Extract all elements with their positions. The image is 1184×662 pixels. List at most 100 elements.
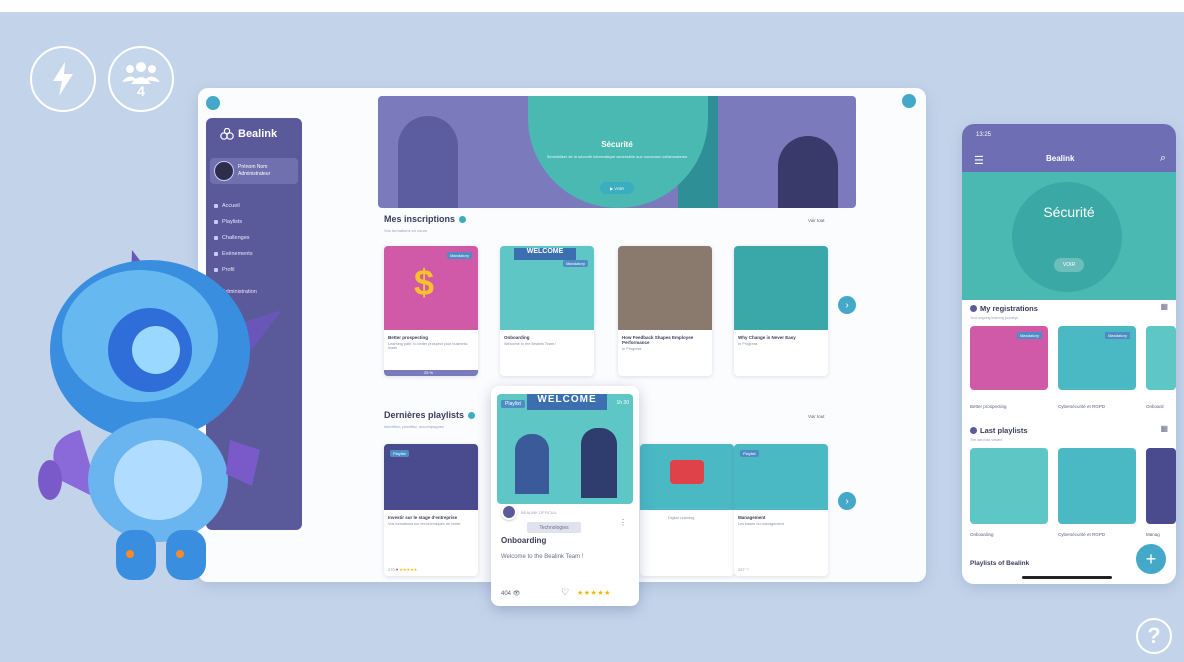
grid-view-icon[interactable]: ▦ — [1160, 302, 1168, 311]
heart-icon[interactable]: ♥ — [396, 567, 398, 572]
mandatory-badge: Mandatory — [1017, 332, 1042, 339]
card-label: Onboarding — [970, 532, 994, 537]
grid-view-icon[interactable]: ▦ — [1160, 424, 1168, 433]
help-button[interactable]: ? — [1136, 618, 1172, 654]
phone-playlists-title-text: Last playlists — [980, 426, 1028, 435]
search-dot[interactable] — [902, 94, 916, 108]
sidebar-item-playlists[interactable]: Playlists — [214, 214, 298, 230]
onboarding-card-popup[interactable]: WELCOME Playlist 1h 30 BEALINK OFFICIAL … — [491, 386, 639, 606]
card-image — [618, 246, 712, 330]
playlists-subtitle: Identifiez, planifiez, accompagnez — [384, 424, 445, 429]
search-icon[interactable]: ⌕ — [1160, 152, 1166, 165]
dollar-icon: $ — [414, 262, 435, 303]
phone-playlist-card[interactable] — [1058, 448, 1136, 524]
add-button[interactable]: + — [1136, 544, 1166, 574]
duration-label: 1h 30 — [616, 400, 629, 406]
lightning-icon — [53, 62, 73, 96]
heart-icon[interactable]: ♡ — [746, 567, 750, 572]
card-label: Cybersécurité et RGPD — [1058, 532, 1106, 537]
info-icon[interactable] — [468, 411, 476, 419]
registration-card[interactable]: WELCOME Mandatory Onboarding Welcome to … — [500, 246, 594, 376]
card-title: Onboarding — [504, 335, 530, 340]
banner-subtitle: Sensibiliser de la sécurité informatique… — [546, 154, 688, 159]
card-image — [640, 444, 734, 510]
registrations-next-button[interactable]: › — [838, 296, 856, 314]
home-icon — [214, 204, 218, 208]
card-image: Playlist — [734, 444, 828, 510]
phone-playlist-card[interactable] — [1146, 448, 1176, 524]
card-title: Why Change is Never Easy — [738, 335, 796, 340]
phone-registrations-subtitle: Your ongoing learning journeys — [970, 316, 1019, 320]
rating-stars: ★★★★★ — [577, 590, 611, 597]
registration-card[interactable]: Why Change is Never Easy In Progress — [734, 246, 828, 376]
phone-registration-card[interactable]: Mandatory — [970, 326, 1048, 390]
hamburger-menu-icon[interactable]: ☰ — [974, 154, 984, 167]
phone-bottom-title: Playlists of Bealink — [970, 560, 1030, 567]
hero-view-button[interactable]: VOIR — [1054, 258, 1084, 272]
playlist-card[interactable]: Digital Learning — [640, 444, 734, 576]
registration-card[interactable]: $ Mandatory Better prospecting Learning … — [384, 246, 478, 376]
card-label: Manag — [1146, 532, 1160, 537]
lightning-button[interactable] — [30, 46, 96, 112]
info-icon[interactable] — [459, 215, 467, 223]
banner-view-button[interactable]: ▶ VOIR — [600, 182, 634, 194]
sidebar-item-label: Accueil — [222, 203, 240, 209]
sidebar-item-home[interactable]: Accueil — [214, 198, 298, 214]
card-desc: Vos formations sur les techniques de ven… — [388, 522, 461, 526]
info-icon — [970, 305, 977, 312]
org-logo-icon — [501, 504, 517, 520]
view-count: 227 — [738, 567, 745, 572]
bealink-logo-icon — [220, 128, 234, 140]
plus-icon: + — [1145, 548, 1157, 569]
more-options-icon[interactable]: ⋮ — [619, 518, 627, 527]
phone-mockup: 13:25 ☰ Bealink ⌕ VOIR Sécurité My regis… — [962, 124, 1176, 584]
view-count: 270 — [388, 567, 395, 572]
phone-registrations-title-text: My registrations — [980, 304, 1038, 313]
view-count: 404 👁 — [501, 590, 520, 597]
phone-playlist-card[interactable] — [970, 448, 1048, 524]
question-icon: ? — [1147, 623, 1161, 648]
background: 4 Bealink Prénom Nom Administrateur Accu… — [0, 0, 1184, 662]
card-image: WELCOME Mandatory — [500, 246, 594, 330]
video-play-icon — [670, 460, 704, 484]
user-role: Administrateur — [238, 171, 271, 177]
registrations-see-all[interactable]: Voir tout — [808, 218, 825, 223]
playlists-next-button[interactable]: › — [838, 492, 856, 510]
playlist-card[interactable]: Playlist Management Les bases du managem… — [734, 444, 828, 576]
banner-title: Sécurité — [601, 140, 633, 149]
card-image: Playlist — [384, 444, 478, 510]
menu-dot[interactable] — [206, 96, 220, 110]
mandatory-badge: Mandatory — [1105, 332, 1130, 339]
playlist-tag: Playlist — [390, 450, 409, 457]
card-desc: In Progress — [622, 347, 642, 351]
phone-registration-card[interactable] — [1146, 326, 1176, 390]
registrations-title: Mes inscriptions — [384, 214, 467, 224]
phone-playlists-subtitle: The last links viewed — [970, 438, 1003, 442]
robot-mascot-icon — [38, 250, 282, 580]
playlist-card[interactable]: Playlist Investir sur le stage d'entrepr… — [384, 444, 478, 576]
sidebar-logo-text: Bealink — [238, 128, 278, 140]
phone-registrations-title: My registrations — [970, 304, 1038, 313]
card-title: Better prospecting — [388, 335, 429, 340]
rating-stars: ★★★★★ — [399, 567, 418, 572]
sidebar-item-label: Playlists — [222, 219, 243, 225]
playlists-see-all[interactable]: Voir tout — [808, 414, 825, 419]
mandatory-badge: Mandatory — [447, 252, 472, 259]
sidebar-user[interactable]: Prénom Nom Administrateur — [210, 158, 298, 184]
illustration-person-left — [515, 434, 549, 494]
card-label: Onboard — [1146, 404, 1164, 409]
card-label: Cybersécurité et RGPD — [1058, 404, 1106, 409]
phone-registration-card[interactable]: Mandatory — [1058, 326, 1136, 390]
heart-icon[interactable]: ♡ — [561, 587, 569, 598]
playlists-title-text: Dernières playlists — [384, 410, 465, 420]
hero-banner[interactable]: Sécurité Sensibiliser de la sécurité inf… — [378, 96, 856, 208]
phone-hero[interactable]: VOIR — [962, 172, 1176, 300]
card-title: Management — [738, 515, 766, 520]
registration-card[interactable]: How Feedback Shapes Employee Performance… — [618, 246, 712, 376]
lock-illustration — [1012, 182, 1122, 292]
participants-button[interactable]: 4 — [108, 46, 174, 112]
progress-label: 25 % — [424, 370, 434, 375]
sidebar-logo: Bealink — [220, 128, 277, 140]
top-bar — [0, 0, 1184, 12]
home-indicator — [1022, 576, 1112, 579]
